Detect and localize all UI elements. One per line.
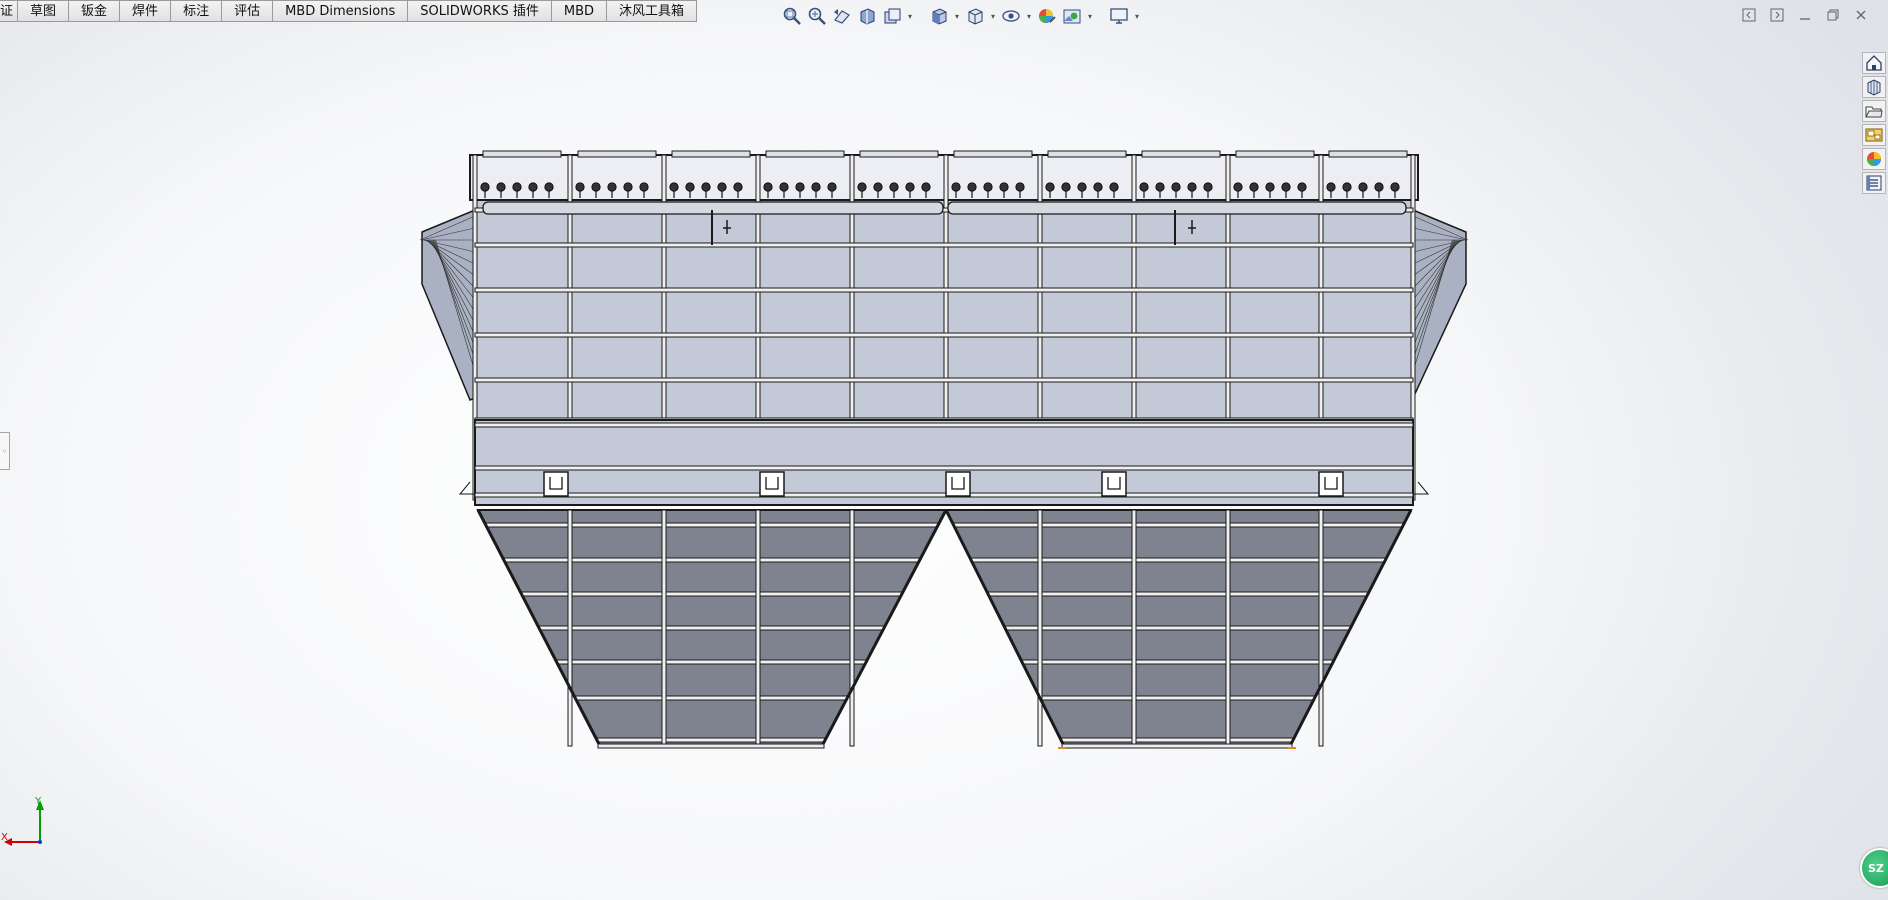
pulse-valve — [1358, 182, 1368, 192]
pulse-valve — [733, 182, 743, 192]
pulse-valve — [1077, 182, 1087, 192]
left-inlet-hood — [421, 208, 476, 401]
pulse-valve — [873, 182, 883, 192]
pulse-valve — [811, 182, 821, 192]
pulse-valve — [639, 182, 649, 192]
pulse-valve — [763, 182, 773, 192]
pulse-valve — [951, 182, 961, 192]
pulse-valve — [1281, 182, 1291, 192]
pulse-valve — [1374, 182, 1384, 192]
triad-x-label: X — [1, 832, 8, 843]
pulse-valve — [889, 182, 899, 192]
pulse-valve — [827, 182, 837, 192]
pulse-valve — [1233, 182, 1243, 192]
blow-pipe-right — [947, 201, 1407, 215]
pulse-valve — [999, 182, 1009, 192]
pulse-valve — [1390, 182, 1400, 192]
access-door — [759, 471, 785, 497]
access-door — [543, 471, 569, 497]
pulse-valve — [967, 182, 977, 192]
pulse-valve — [1342, 182, 1352, 192]
pulse-valve — [1093, 182, 1103, 192]
access-door — [1318, 471, 1344, 497]
pulse-valve — [623, 182, 633, 192]
pulse-valve — [544, 182, 554, 192]
access-door — [1101, 471, 1127, 497]
pulse-valve — [575, 182, 585, 192]
pulse-valve — [1139, 182, 1149, 192]
pulse-valve — [795, 182, 805, 192]
pulse-valve — [905, 182, 915, 192]
pulse-valve — [496, 182, 506, 192]
pulse-valve — [1155, 182, 1165, 192]
pulse-valve — [779, 182, 789, 192]
pulse-valve — [512, 182, 522, 192]
pulse-valve — [983, 182, 993, 192]
pulse-valve — [669, 182, 679, 192]
pulse-valve — [591, 182, 601, 192]
pulse-valve — [1249, 182, 1259, 192]
pulse-valve — [480, 182, 490, 192]
triad-y-label: Y — [35, 796, 42, 807]
pulse-valve — [1109, 182, 1119, 192]
pulse-valve — [701, 182, 711, 192]
model-graphics-area[interactable] — [0, 0, 1888, 900]
reference-triad — [4, 800, 44, 846]
pulse-valve — [717, 182, 727, 192]
ash-section — [474, 419, 1414, 506]
pulse-valve — [1187, 182, 1197, 192]
pulse-valve — [857, 182, 867, 192]
pulse-valve — [921, 182, 931, 192]
pulse-valve — [1297, 182, 1307, 192]
access-door — [945, 471, 971, 497]
pulse-valve — [1203, 182, 1213, 192]
pulse-valve — [607, 182, 617, 192]
pulse-valve — [1045, 182, 1055, 192]
pulse-valve — [1061, 182, 1071, 192]
pulse-valve — [1265, 182, 1275, 192]
pulse-valve — [1171, 182, 1181, 192]
pulse-valve — [1326, 182, 1336, 192]
pulse-valve — [1015, 182, 1025, 192]
pulse-valve — [685, 182, 695, 192]
pulse-valve — [528, 182, 538, 192]
